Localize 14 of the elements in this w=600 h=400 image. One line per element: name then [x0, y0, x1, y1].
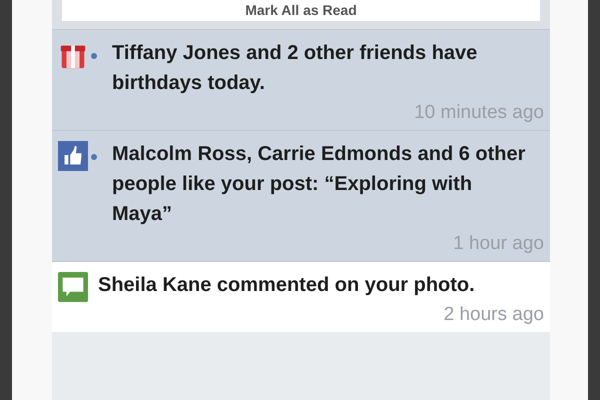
notification-item[interactable]: Malcolm Ross, Carrie Edmonds and 6 other people like your post: “Exploring with Maya” 1 hour ago: [52, 130, 550, 261]
thumbs-up-icon: [58, 141, 88, 171]
unread-dot: [91, 53, 97, 59]
unread-dot: [91, 154, 97, 160]
notification-time: 1 hour ago: [452, 232, 544, 256]
mark-all-read-button[interactable]: Mark All as Read: [62, 0, 540, 21]
notification-text: Malcolm Ross, Carrie Edmonds and 6 other people like your post: “Exploring with Maya”: [112, 142, 526, 227]
notification-time: 2 hours ago: [442, 303, 544, 327]
notification-text: Sheila Kane commented on your photo.: [98, 273, 476, 298]
notification-item[interactable]: Tiffany Jones and 2 other friends have birthdays today. 10 minutes ago: [52, 29, 550, 130]
comment-icon: [58, 272, 88, 302]
notification-text: Tiffany Jones and 2 other friends have birthdays today.: [112, 41, 478, 96]
notification-item[interactable]: Sheila Kane commented on your photo. 2 hours ago: [52, 261, 550, 332]
notification-time: 10 minutes ago: [413, 101, 544, 125]
